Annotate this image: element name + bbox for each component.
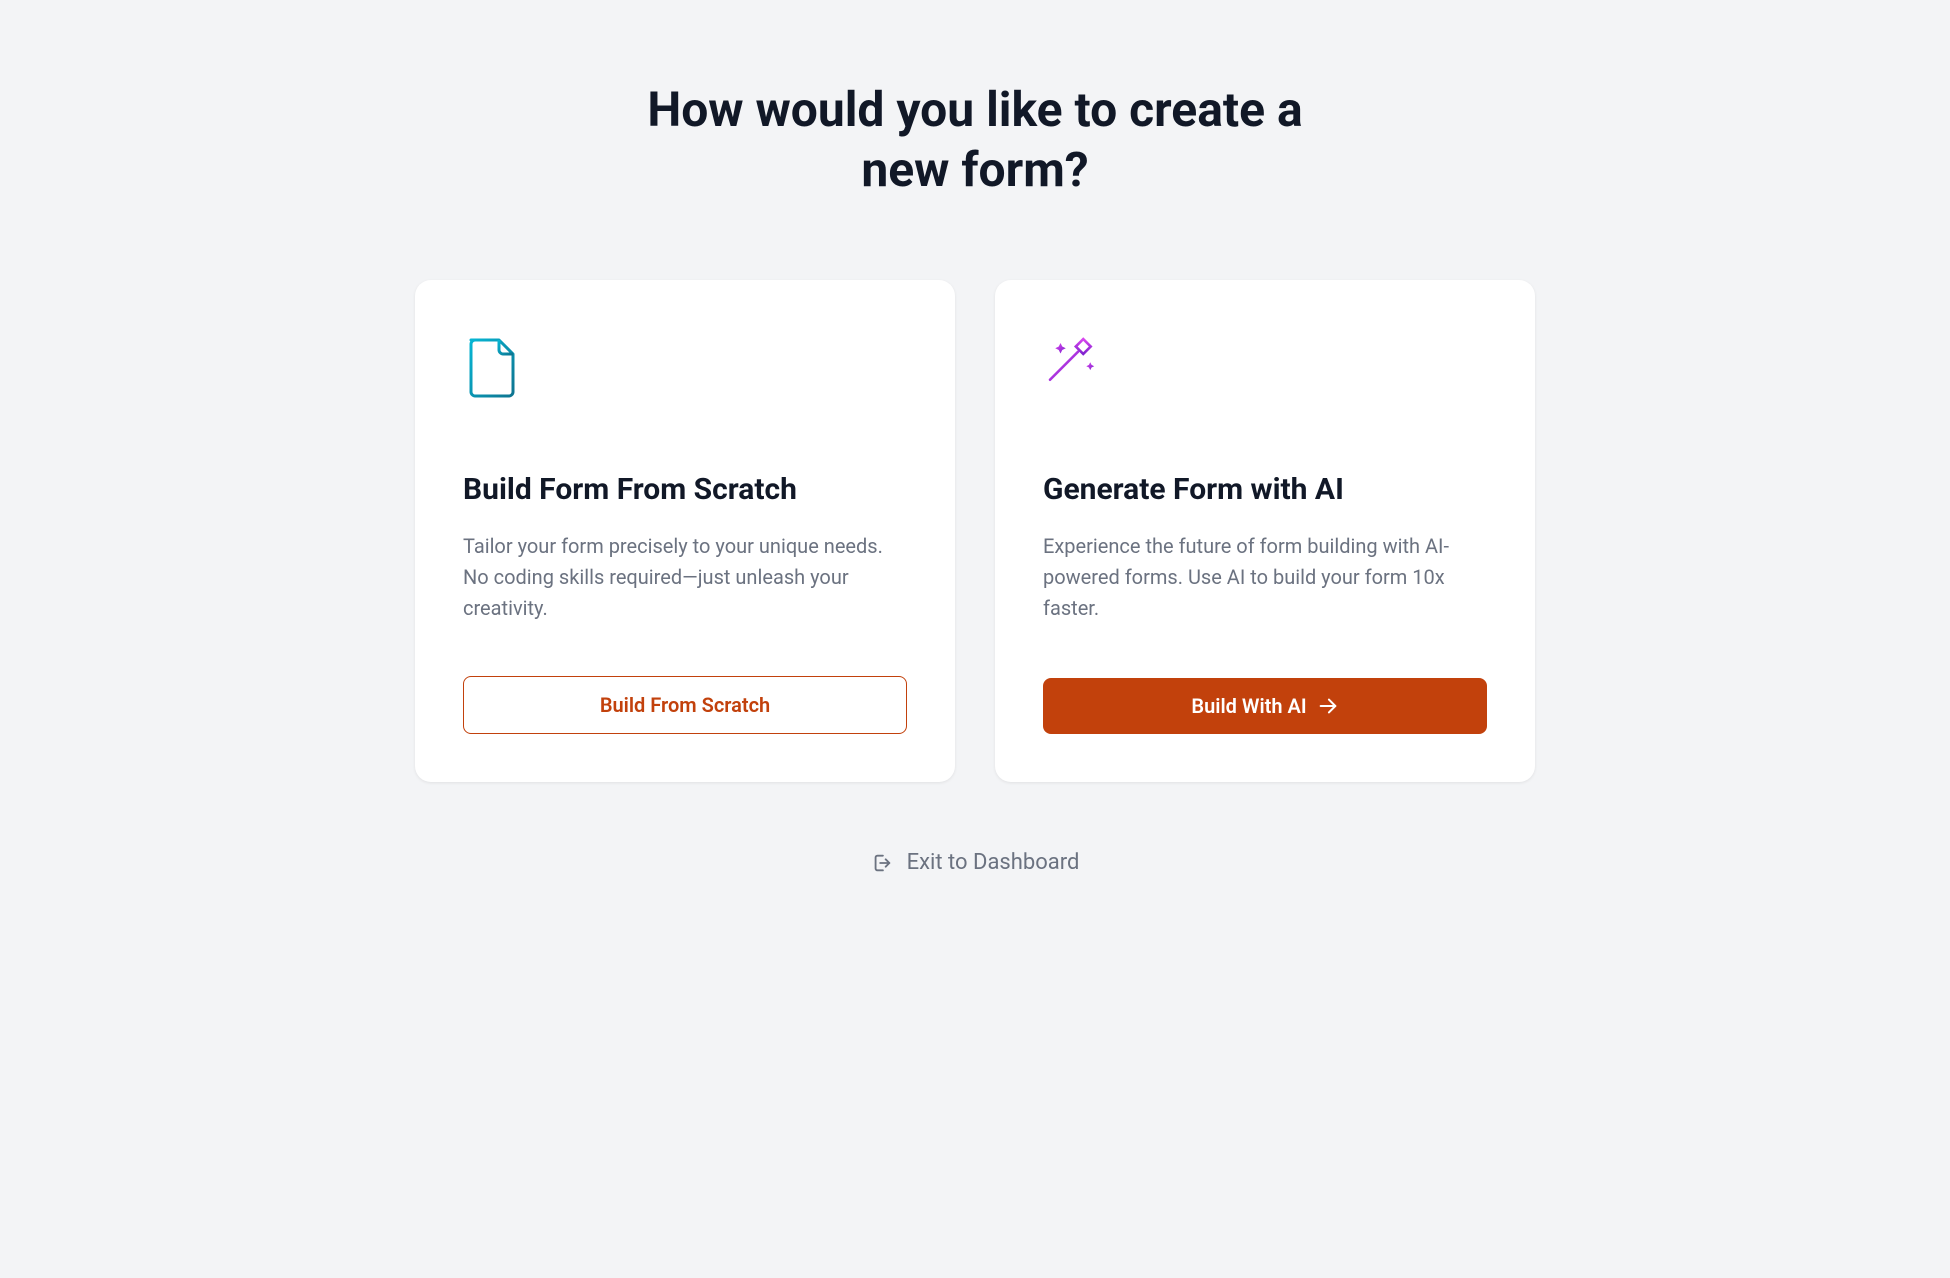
build-with-ai-button-label: Build With AI: [1191, 694, 1306, 718]
exit-to-dashboard-button[interactable]: Exit to Dashboard: [859, 842, 1092, 883]
generate-with-ai-card: Generate Form with AI Experience the fut…: [995, 280, 1535, 782]
ai-card-description: Experience the future of form building w…: [1043, 531, 1487, 626]
build-from-scratch-button[interactable]: Build From Scratch: [463, 676, 907, 734]
exit-icon: [871, 852, 893, 874]
scratch-card-title: Build Form From Scratch: [463, 472, 907, 507]
build-with-ai-button[interactable]: Build With AI: [1043, 678, 1487, 734]
scratch-card-description: Tailor your form precisely to your uniqu…: [463, 531, 907, 624]
magic-wand-icon: [1043, 336, 1099, 400]
page-title: How would you like to create a new form?: [625, 80, 1325, 200]
arrow-right-icon: [1317, 695, 1339, 717]
exit-to-dashboard-label: Exit to Dashboard: [907, 850, 1080, 875]
build-from-scratch-button-label: Build From Scratch: [600, 693, 770, 717]
build-from-scratch-card: Build Form From Scratch Tailor your form…: [415, 280, 955, 782]
file-plus-icon: [463, 336, 519, 400]
cards-container: Build Form From Scratch Tailor your form…: [415, 280, 1535, 782]
ai-card-title: Generate Form with AI: [1043, 472, 1487, 507]
